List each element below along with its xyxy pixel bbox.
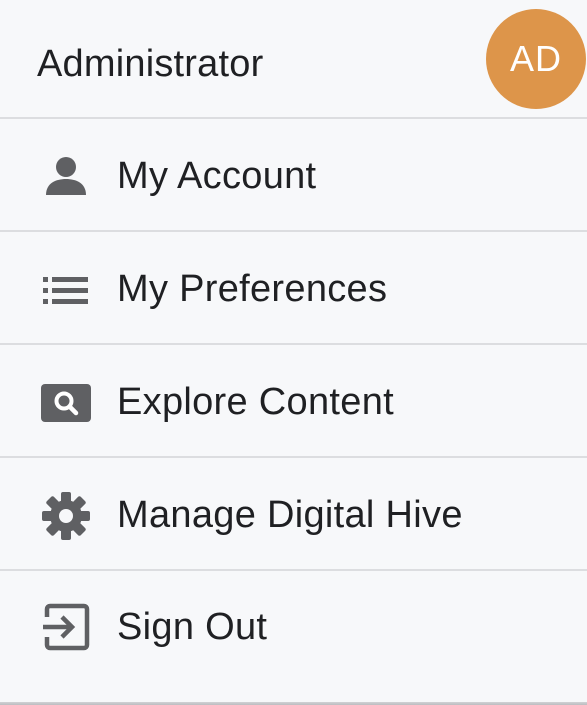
list-icon	[40, 264, 92, 316]
user-name: Administrator	[37, 43, 264, 85]
menu-item-my-account[interactable]: My Account	[0, 119, 587, 232]
user-menu: Administrator AD My Account My Preferenc…	[0, 0, 587, 705]
menu-item-label: My Preferences	[117, 268, 388, 310]
menu-item-manage-digital-hive[interactable]: Manage Digital Hive	[0, 458, 587, 571]
menu-item-label: My Account	[117, 155, 317, 197]
gear-icon	[40, 490, 92, 542]
person-icon	[40, 151, 92, 203]
menu-item-sign-out[interactable]: Sign Out	[0, 571, 587, 702]
menu-item-label: Explore Content	[117, 381, 394, 423]
menu-item-explore-content[interactable]: Explore Content	[0, 345, 587, 458]
menu-item-label: Manage Digital Hive	[117, 494, 463, 536]
menu-item-my-preferences[interactable]: My Preferences	[0, 232, 587, 345]
search-box-icon	[40, 377, 92, 429]
avatar[interactable]: AD	[486, 9, 586, 109]
sign-out-icon	[40, 601, 92, 653]
menu-header: Administrator AD	[0, 0, 587, 119]
menu-item-label: Sign Out	[117, 606, 268, 648]
